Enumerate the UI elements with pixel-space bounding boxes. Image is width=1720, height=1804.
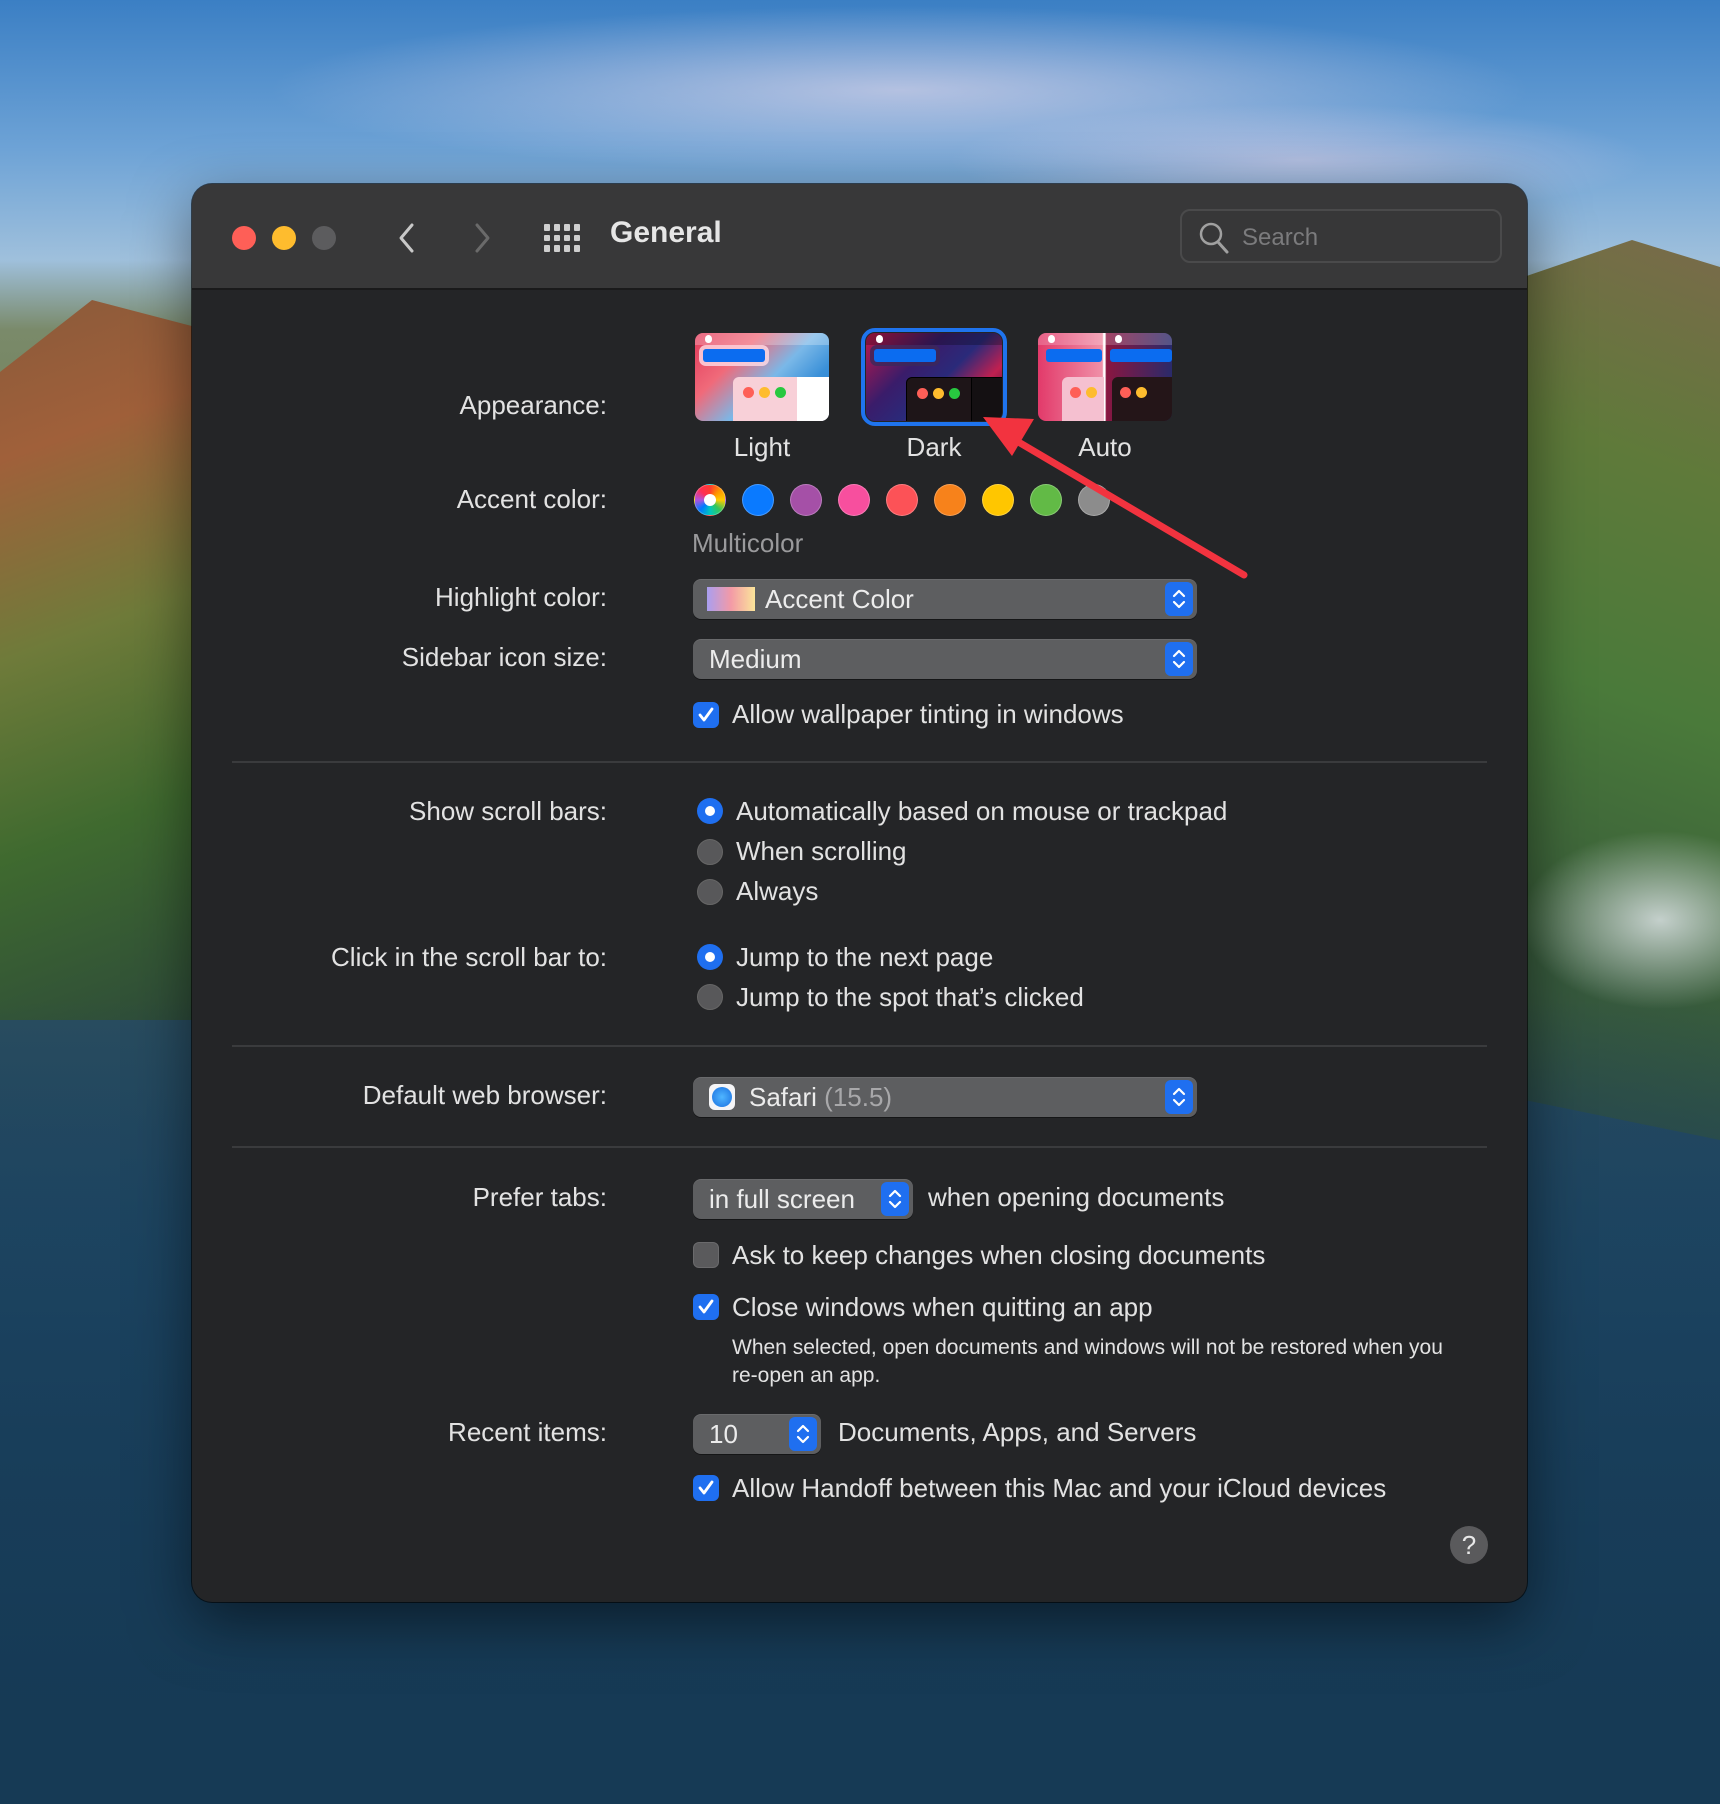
handoff-label[interactable]: Allow Handoff between this Mac and your … — [732, 1473, 1386, 1504]
appearance-dark-thumbnail[interactable] — [861, 328, 1007, 426]
zoom-window-button[interactable] — [312, 226, 336, 250]
ask-keep-changes-checkbox[interactable] — [693, 1242, 719, 1268]
recent-items-label: Recent items: — [448, 1417, 607, 1447]
accent-multicolor-swatch[interactable] — [694, 484, 726, 516]
click-next-page-label[interactable]: Jump to the next page — [736, 942, 993, 973]
appearance-light-thumbnail[interactable] — [695, 333, 829, 421]
accent-yellow-swatch[interactable] — [982, 484, 1014, 516]
search-field[interactable]: Search — [1180, 209, 1502, 263]
accent-pink-swatch[interactable] — [838, 484, 870, 516]
appearance-auto-label: Auto — [1078, 432, 1132, 462]
chevron-left-icon — [399, 223, 414, 253]
general-preferences-window: General Search Appearance: Light Dark Au… — [192, 184, 1527, 1602]
click-scroll-bar-label: Click in the scroll bar to: — [331, 942, 607, 972]
section-divider — [232, 761, 1487, 763]
search-placeholder: Search — [1242, 224, 1319, 251]
titlebar: General Search — [192, 184, 1527, 290]
accent-blue-swatch[interactable] — [742, 484, 774, 516]
sidebar-icon-size-popup[interactable]: Medium — [693, 639, 1197, 679]
recent-items-popup[interactable]: 10 — [693, 1414, 821, 1454]
search-icon — [1199, 222, 1229, 254]
handoff-checkbox[interactable] — [693, 1475, 719, 1501]
default-browser-label: Default web browser: — [362, 1080, 607, 1110]
highlight-color-popup[interactable]: Accent Color — [693, 579, 1197, 619]
accent-color-label: Accent color: — [456, 484, 607, 514]
popup-stepper-icon — [1165, 642, 1193, 676]
accent-red-swatch[interactable] — [886, 484, 918, 516]
show-scroll-bars-label: Show scroll bars: — [409, 796, 607, 826]
wallpaper-fog — [1520, 830, 1720, 1010]
accent-green-swatch[interactable] — [1030, 484, 1062, 516]
back-button[interactable] — [392, 220, 422, 256]
scroll-bars-when-scrolling-label[interactable]: When scrolling — [736, 836, 907, 867]
popup-stepper-icon — [1165, 582, 1193, 616]
close-windows-label[interactable]: Close windows when quitting an app — [732, 1292, 1153, 1323]
prefer-tabs-popup[interactable]: in full screen — [693, 1179, 913, 1219]
checkmark-icon — [698, 1480, 714, 1495]
click-next-page-radio[interactable] — [697, 944, 723, 970]
sidebar-icon-size-value: Medium — [709, 644, 802, 674]
sidebar-icon-size-label: Sidebar icon size: — [401, 642, 607, 672]
recent-items-suffix: Documents, Apps, and Servers — [838, 1417, 1197, 1447]
show-all-grid-icon[interactable] — [544, 224, 580, 252]
ask-keep-changes-label[interactable]: Ask to keep changes when closing documen… — [732, 1240, 1265, 1271]
wallpaper-tinting-label[interactable]: Allow wallpaper tinting in windows — [732, 699, 1124, 730]
default-browser-popup[interactable]: Safari (15.5) — [693, 1077, 1197, 1117]
prefer-tabs-suffix: when opening documents — [928, 1182, 1225, 1212]
highlight-color-label: Highlight color: — [435, 582, 607, 612]
safari-compass-icon — [709, 1084, 735, 1110]
appearance-auto-thumbnail[interactable] — [1038, 333, 1172, 421]
help-button[interactable]: ? — [1450, 1526, 1488, 1564]
chevron-right-icon — [475, 223, 490, 253]
scroll-bars-when-scrolling-radio[interactable] — [697, 839, 723, 865]
section-divider — [232, 1146, 1487, 1148]
popup-stepper-icon — [1165, 1080, 1193, 1114]
appearance-dark-label: Dark — [906, 432, 962, 462]
wallpaper-tinting-checkbox[interactable] — [693, 702, 719, 728]
appearance-label: Appearance: — [459, 390, 607, 420]
browser-value: Safari (15.5) — [749, 1082, 892, 1113]
click-spot-radio[interactable] — [697, 984, 723, 1010]
popup-stepper-icon — [789, 1417, 817, 1451]
accent-selected-name: Multicolor — [692, 528, 804, 558]
highlight-color-value: Accent Color — [765, 584, 914, 614]
appearance-light-label: Light — [733, 432, 791, 462]
accent-purple-swatch[interactable] — [790, 484, 822, 516]
scroll-bars-always-label[interactable]: Always — [736, 876, 818, 907]
forward-button[interactable] — [467, 220, 497, 256]
close-windows-note: When selected, open documents and window… — [732, 1336, 1443, 1387]
popup-stepper-icon — [881, 1182, 909, 1216]
section-divider — [232, 1045, 1487, 1047]
scroll-bars-automatic-label[interactable]: Automatically based on mouse or trackpad — [736, 796, 1227, 827]
minimize-window-button[interactable] — [272, 226, 296, 250]
browser-name: Safari — [749, 1082, 817, 1112]
accent-graphite-swatch[interactable] — [1078, 484, 1110, 516]
window-title: General — [610, 216, 722, 249]
close-window-button[interactable] — [232, 226, 256, 250]
checkmark-icon — [698, 1299, 714, 1314]
scroll-bars-always-radio[interactable] — [697, 879, 723, 905]
click-spot-label[interactable]: Jump to the spot that’s clicked — [736, 982, 1084, 1013]
prefer-tabs-value: in full screen — [709, 1184, 855, 1214]
highlight-swatch — [707, 587, 755, 611]
accent-orange-swatch[interactable] — [934, 484, 966, 516]
checkmark-icon — [698, 707, 714, 722]
browser-version: (15.5) — [824, 1082, 893, 1112]
scroll-bars-automatic-radio[interactable] — [697, 798, 723, 824]
close-windows-checkbox[interactable] — [693, 1294, 719, 1320]
recent-items-value: 10 — [709, 1419, 738, 1449]
prefer-tabs-label: Prefer tabs: — [472, 1182, 607, 1212]
